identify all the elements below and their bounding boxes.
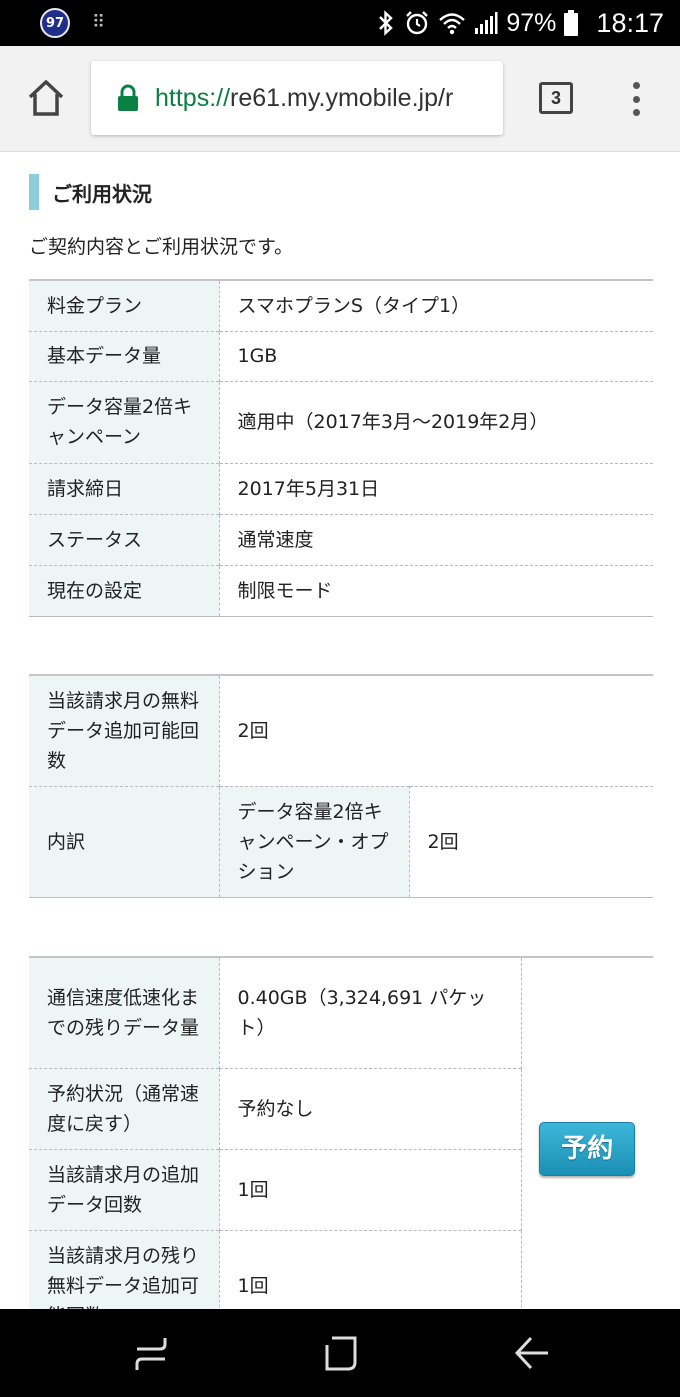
row-label: 内訳: [29, 786, 220, 897]
recent-apps-icon[interactable]: [134, 1335, 168, 1373]
signal-icon: [475, 12, 498, 34]
reserve-button[interactable]: 予約: [539, 1122, 636, 1177]
row-label: ステータス: [29, 514, 220, 565]
system-nav-bar: [0, 1309, 680, 1397]
notification-badge: 97: [40, 8, 70, 38]
row-value: 2回: [237, 719, 269, 742]
row-label: 当該請求月の残り無料データ追加可能回数: [29, 1230, 220, 1309]
table-row: 内訳 データ容量2倍キャンペーン・オプション 2回: [29, 786, 653, 897]
row-label: データ容量2倍キャンペーン: [29, 381, 220, 463]
table-row: 請求締日 2017年5月31日: [29, 463, 653, 514]
row-value: 1GB: [237, 345, 278, 367]
url-scheme: https://: [155, 83, 231, 112]
contract-table: 料金プラン スマホプランS（タイプ1） 基本データ量 1GB データ容量2倍キャ…: [29, 279, 653, 617]
free-data-table: 当該請求月の無料データ追加可能回数 2回 内訳 データ容量2倍キャンペーン・オプ…: [29, 674, 653, 898]
intro-text: ご契約内容とご利用状況です。: [29, 236, 294, 258]
tab-switcher-button[interactable]: 3: [539, 82, 573, 114]
bluetooth-icon: [379, 10, 394, 36]
usage-table: 通信速度低速化までの残りデータ量 0.40GB（3,324,691 パケット） …: [29, 956, 653, 1309]
heading-accent-bar: [29, 174, 39, 210]
browser-toolbar: https://re61.my.ymobile.jp/r 3: [0, 46, 680, 152]
row-label: 通信速度低速化までの残りデータ量: [29, 957, 220, 1068]
home-icon[interactable]: [26, 78, 66, 118]
battery-percent: 97%: [506, 8, 557, 37]
status-bar: 97 ⠿ 97% 18:17: [0, 0, 680, 46]
clock: 18:17: [596, 7, 664, 38]
page-content: ご利用状況 ご契約内容とご利用状況です。 料金プラン スマホプランS（タイプ1）…: [0, 152, 680, 1309]
row-label: 請求締日: [29, 463, 220, 514]
row-label: 現在の設定: [29, 565, 220, 616]
row-value: 2017年5月31日: [237, 477, 380, 500]
url-text: https://re61.my.ymobile.jp/r: [155, 84, 453, 113]
url-host: re61.my.ymobile.jp/r: [230, 83, 454, 112]
row-value: 1回: [219, 1149, 522, 1230]
notification-icon: ⠿: [92, 12, 106, 33]
alarm-icon: [406, 11, 429, 35]
url-bar[interactable]: https://re61.my.ymobile.jp/r: [91, 61, 503, 135]
row-value: 2回: [427, 830, 459, 853]
row-value: 予約なし: [219, 1068, 522, 1149]
row-label: 料金プラン: [29, 280, 220, 331]
row-label: 当該請求月の追加データ回数: [29, 1149, 220, 1230]
table-row: ステータス 通常速度: [29, 514, 653, 565]
back-icon[interactable]: [514, 1335, 550, 1373]
reserve-cell: 予約: [521, 957, 653, 1309]
row-label: 予約状況（通常速度に戻す）: [29, 1068, 220, 1149]
home-nav-icon[interactable]: [324, 1335, 358, 1373]
page-title: ご利用状況: [52, 181, 152, 206]
table-row: 基本データ量 1GB: [29, 331, 653, 381]
table-row: 当該請求月の無料データ追加可能回数 2回: [29, 675, 653, 786]
table-row: 通信速度低速化までの残りデータ量 0.40GB（3,324,691 パケット） …: [29, 957, 653, 1177]
row-value: 通常速度: [237, 528, 314, 551]
overflow-menu-icon[interactable]: [628, 82, 644, 116]
battery-icon: [564, 10, 579, 36]
row-value: 1回: [219, 1230, 522, 1309]
row-value: 0.40GB（3,324,691 パケット）: [219, 957, 522, 1068]
row-label: 当該請求月の無料データ追加可能回数: [29, 675, 220, 786]
table-row: 料金プラン スマホプランS（タイプ1）: [29, 280, 653, 331]
row-label: 基本データ量: [29, 331, 220, 381]
table-row: 現在の設定 制限モード: [29, 565, 653, 616]
wifi-icon: [439, 13, 466, 35]
row-value: スマホプランS（タイプ1）: [237, 294, 471, 317]
section-heading: ご利用状況: [29, 174, 152, 210]
lock-icon: [118, 84, 138, 111]
row-value: 制限モード: [237, 579, 333, 602]
row-value: 適用中（2017年3月～2019年2月）: [237, 411, 549, 433]
table-row: データ容量2倍キャンペーン 適用中（2017年3月～2019年2月）: [29, 381, 653, 463]
row-sublabel: データ容量2倍キャンペーン・オプション: [219, 786, 410, 897]
